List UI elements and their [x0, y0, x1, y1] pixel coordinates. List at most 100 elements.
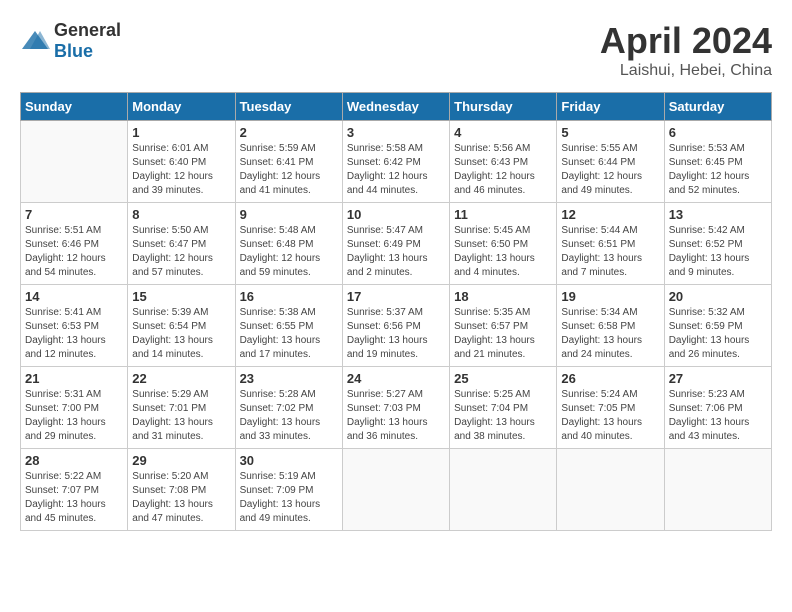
day-number: 27 — [669, 371, 767, 386]
day-number: 4 — [454, 125, 552, 140]
day-number: 15 — [132, 289, 230, 304]
day-info: Sunrise: 5:25 AMSunset: 7:04 PMDaylight:… — [454, 388, 552, 444]
day-number: 26 — [561, 371, 659, 386]
day-cell: 5Sunrise: 5:55 AMSunset: 6:44 PMDaylight… — [557, 121, 664, 203]
day-number: 29 — [132, 453, 230, 468]
day-number: 19 — [561, 289, 659, 304]
day-info: Sunrise: 5:35 AMSunset: 6:57 PMDaylight:… — [454, 306, 552, 362]
day-number: 9 — [240, 207, 338, 222]
day-cell — [21, 121, 128, 203]
day-number: 1 — [132, 125, 230, 140]
day-cell: 4 Sunrise: 5:56 AMSunset: 6:43 PMDaylight… — [450, 121, 557, 203]
header: General Blue April 2024 Laishui, Hebei, … — [20, 20, 772, 80]
logo-icon — [20, 29, 50, 53]
day-info: Sunrise: 5:32 AMSunset: 6:59 PMDaylight:… — [669, 306, 767, 362]
day-cell: 18 Sunrise: 5:35 AMSunset: 6:57 PMDayligh… — [450, 285, 557, 367]
day-cell: 17 Sunrise: 5:37 AMSunset: 6:56 PMDayligh… — [342, 285, 449, 367]
day-number: 8 — [132, 207, 230, 222]
day-info: Sunrise: 5:28 AMSunset: 7:02 PMDaylight:… — [240, 388, 338, 444]
col-header-saturday: Saturday — [664, 93, 771, 121]
day-cell: 11 Sunrise: 5:45 AMSunset: 6:50 PMDayligh… — [450, 203, 557, 285]
day-info: Sunrise: 5:20 AMSunset: 7:08 PMDaylight:… — [132, 470, 230, 526]
day-number: 23 — [240, 371, 338, 386]
col-header-wednesday: Wednesday — [342, 93, 449, 121]
col-header-monday: Monday — [128, 93, 235, 121]
day-info: Sunrise: 5:51 AMSunset: 6:46 PMDaylight:… — [25, 224, 123, 280]
day-number: 20 — [669, 289, 767, 304]
day-cell: 7 Sunrise: 5:51 AMSunset: 6:46 PMDaylight… — [21, 203, 128, 285]
day-cell: 8 Sunrise: 5:50 AMSunset: 6:47 PMDaylight… — [128, 203, 235, 285]
day-cell: 26 Sunrise: 5:24 AMSunset: 7:05 PMDayligh… — [557, 367, 664, 449]
logo-blue: Blue — [54, 41, 93, 61]
header-row: SundayMondayTuesdayWednesdayThursdayFrid… — [21, 93, 772, 121]
col-header-tuesday: Tuesday — [235, 93, 342, 121]
day-cell: 30 Sunrise: 5:19 AMSunset: 7:09 PMDayligh… — [235, 449, 342, 531]
day-cell: 9 Sunrise: 5:48 AMSunset: 6:48 PMDaylight… — [235, 203, 342, 285]
day-info: Sunrise: 5:45 AMSunset: 6:50 PMDaylight:… — [454, 224, 552, 280]
day-number: 14 — [25, 289, 123, 304]
day-info: Sunrise: 5:34 AMSunset: 6:58 PMDaylight:… — [561, 306, 659, 362]
day-info: Sunrise: 5:37 AMSunset: 6:56 PMDaylight:… — [347, 306, 445, 362]
day-number: 2 — [240, 125, 338, 140]
day-info: Sunrise: 5:41 AMSunset: 6:53 PMDaylight:… — [25, 306, 123, 362]
month-title: April 2024 — [600, 20, 772, 62]
day-cell — [557, 449, 664, 531]
day-cell: 23 Sunrise: 5:28 AMSunset: 7:02 PMDayligh… — [235, 367, 342, 449]
day-cell — [450, 449, 557, 531]
day-cell: 10 Sunrise: 5:47 AMSunset: 6:49 PMDayligh… — [342, 203, 449, 285]
day-cell: 19 Sunrise: 5:34 AMSunset: 6:58 PMDayligh… — [557, 285, 664, 367]
day-info: Sunrise: 5:47 AMSunset: 6:49 PMDaylight:… — [347, 224, 445, 280]
day-number: 18 — [454, 289, 552, 304]
day-info: Sunrise: 5:59 AMSunset: 6:41 PMDaylight:… — [240, 142, 338, 198]
day-info: Sunrise: 5:50 AMSunset: 6:47 PMDaylight:… — [132, 224, 230, 280]
day-number: 25 — [454, 371, 552, 386]
location-title: Laishui, Hebei, China — [600, 62, 772, 80]
day-cell — [342, 449, 449, 531]
logo: General Blue — [20, 20, 121, 62]
day-number: 17 — [347, 289, 445, 304]
week-row-4: 21 Sunrise: 5:31 AMSunset: 7:00 PMDayligh… — [21, 367, 772, 449]
calendar-table: SundayMondayTuesdayWednesdayThursdayFrid… — [20, 92, 772, 531]
day-info: Sunrise: 5:42 AMSunset: 6:52 PMDaylight:… — [669, 224, 767, 280]
day-cell: 27 Sunrise: 5:23 AMSunset: 7:06 PMDayligh… — [664, 367, 771, 449]
day-cell — [664, 449, 771, 531]
day-cell: 20 Sunrise: 5:32 AMSunset: 6:59 PMDayligh… — [664, 285, 771, 367]
day-info: Sunrise: 5:55 AMSunset: 6:44 PMDaylight:… — [561, 142, 659, 198]
day-cell: 22Sunrise: 5:29 AMSunset: 7:01 PMDayligh… — [128, 367, 235, 449]
day-info: Sunrise: 5:58 AMSunset: 6:42 PMDaylight:… — [347, 142, 445, 198]
day-cell: 3Sunrise: 5:58 AMSunset: 6:42 PMDaylight… — [342, 121, 449, 203]
day-info: Sunrise: 5:44 AMSunset: 6:51 PMDaylight:… — [561, 224, 659, 280]
day-cell: 24Sunrise: 5:27 AMSunset: 7:03 PMDayligh… — [342, 367, 449, 449]
day-cell: 29 Sunrise: 5:20 AMSunset: 7:08 PMDayligh… — [128, 449, 235, 531]
day-cell: 6Sunrise: 5:53 AMSunset: 6:45 PMDaylight… — [664, 121, 771, 203]
day-info: Sunrise: 5:23 AMSunset: 7:06 PMDaylight:… — [669, 388, 767, 444]
day-info: Sunrise: 5:22 AMSunset: 7:07 PMDaylight:… — [25, 470, 123, 526]
day-info: Sunrise: 5:31 AMSunset: 7:00 PMDaylight:… — [25, 388, 123, 444]
day-cell: 21 Sunrise: 5:31 AMSunset: 7:00 PMDayligh… — [21, 367, 128, 449]
day-number: 7 — [25, 207, 123, 222]
day-number: 21 — [25, 371, 123, 386]
week-row-2: 7 Sunrise: 5:51 AMSunset: 6:46 PMDaylight… — [21, 203, 772, 285]
day-info: Sunrise: 5:53 AMSunset: 6:45 PMDaylight:… — [669, 142, 767, 198]
day-number: 30 — [240, 453, 338, 468]
day-cell: 16Sunrise: 5:38 AMSunset: 6:55 PMDayligh… — [235, 285, 342, 367]
day-info: Sunrise: 5:24 AMSunset: 7:05 PMDaylight:… — [561, 388, 659, 444]
day-number: 22 — [132, 371, 230, 386]
day-number: 12 — [561, 207, 659, 222]
day-info: Sunrise: 5:19 AMSunset: 7:09 PMDaylight:… — [240, 470, 338, 526]
day-info: Sunrise: 5:38 AMSunset: 6:55 PMDaylight:… — [240, 306, 338, 362]
day-cell: 25 Sunrise: 5:25 AMSunset: 7:04 PMDayligh… — [450, 367, 557, 449]
logo-general: General — [54, 20, 121, 40]
day-cell: 28 Sunrise: 5:22 AMSunset: 7:07 PMDayligh… — [21, 449, 128, 531]
col-header-sunday: Sunday — [21, 93, 128, 121]
day-number: 24 — [347, 371, 445, 386]
day-number: 10 — [347, 207, 445, 222]
day-info: Sunrise: 5:56 AMSunset: 6:43 PMDaylight:… — [454, 142, 552, 198]
day-number: 28 — [25, 453, 123, 468]
week-row-1: 1Sunrise: 6:01 AMSunset: 6:40 PMDaylight… — [21, 121, 772, 203]
day-number: 13 — [669, 207, 767, 222]
day-cell: 1Sunrise: 6:01 AMSunset: 6:40 PMDaylight… — [128, 121, 235, 203]
day-info: Sunrise: 5:48 AMSunset: 6:48 PMDaylight:… — [240, 224, 338, 280]
day-number: 11 — [454, 207, 552, 222]
logo-text: General Blue — [54, 20, 121, 62]
